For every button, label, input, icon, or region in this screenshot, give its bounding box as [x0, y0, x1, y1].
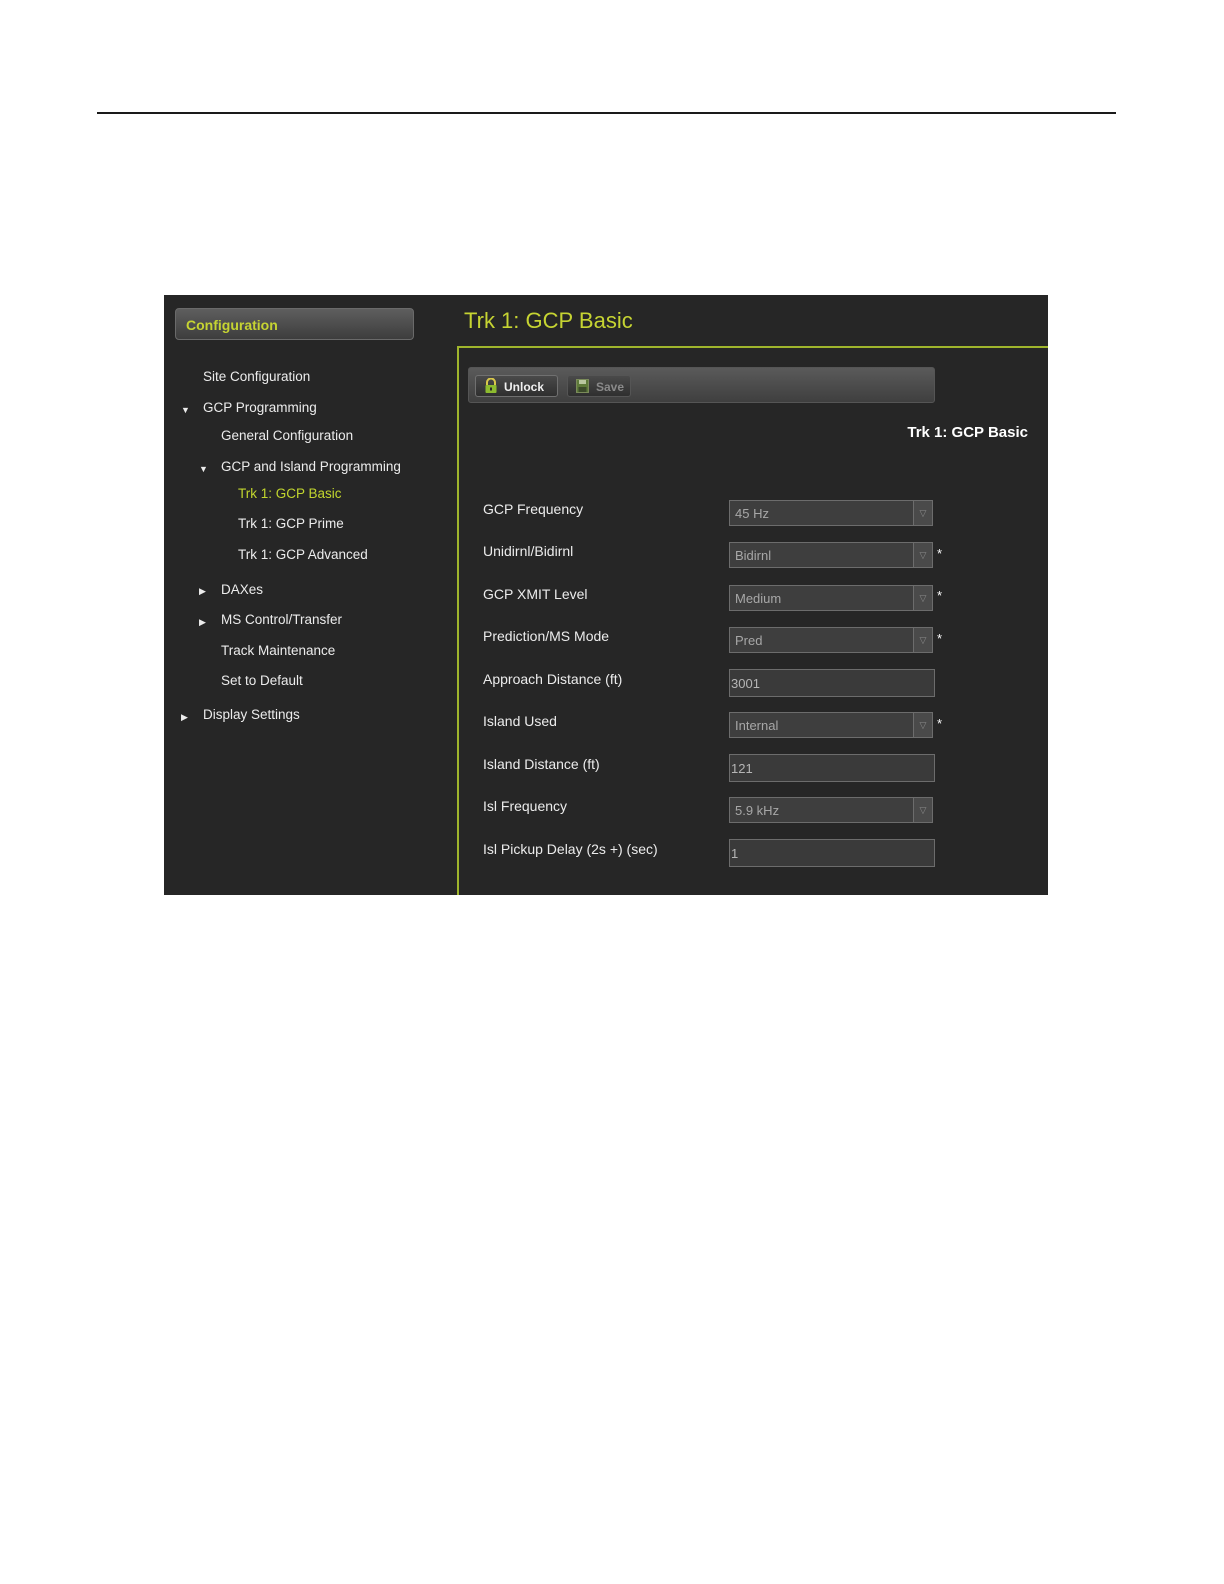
- required-marker: *: [937, 631, 943, 646]
- sidebar-item-daxes[interactable]: DAXes: [221, 582, 263, 597]
- island-distance-value: 121: [731, 761, 753, 776]
- chevron-down-icon[interactable]: ▽: [913, 543, 932, 567]
- unlock-button[interactable]: Unlock: [475, 375, 558, 397]
- chevron-down-icon[interactable]: ▽: [913, 628, 932, 652]
- sidebar-header-label: Configuration: [186, 317, 278, 333]
- gcp-frequency-select[interactable]: 45 Hz ▽: [729, 500, 933, 526]
- sidebar-item-set-to-default[interactable]: Set to Default: [221, 673, 303, 688]
- isl-frequency-value: 5.9 kHz: [735, 803, 780, 818]
- collapsed-triangle-icon[interactable]: ▶: [181, 712, 188, 723]
- sidebar-item-ms-control-transfer[interactable]: MS Control/Transfer: [221, 612, 342, 627]
- gcp-frequency-value: 45 Hz: [735, 506, 769, 521]
- unidirnl-bidirnl-select[interactable]: Bidirnl ▽: [729, 542, 933, 568]
- save-button[interactable]: Save: [567, 375, 631, 397]
- collapsed-triangle-icon[interactable]: ▶: [199, 617, 206, 628]
- save-button-label: Save: [596, 380, 625, 394]
- required-marker: *: [937, 716, 943, 731]
- sidebar-item-general-configuration[interactable]: General Configuration: [221, 428, 353, 443]
- collapsed-triangle-icon[interactable]: ▶: [199, 586, 206, 597]
- island-used-select[interactable]: Internal ▽: [729, 712, 933, 738]
- sidebar-item-display-settings[interactable]: Display Settings: [203, 707, 300, 722]
- sidebar-header[interactable]: Configuration: [175, 308, 414, 340]
- gcp-xmit-level-label: GCP XMIT Level: [483, 586, 588, 602]
- required-marker: *: [937, 588, 943, 603]
- approach-distance-label: Approach Distance (ft): [483, 671, 623, 687]
- page-header-rule: [97, 112, 1116, 114]
- gcp-xmit-level-select[interactable]: Medium ▽: [729, 585, 933, 611]
- chevron-down-icon[interactable]: ▽: [913, 798, 932, 822]
- sidebar-item-track-maintenance[interactable]: Track Maintenance: [221, 643, 335, 658]
- gcp-frequency-label: GCP Frequency: [483, 501, 584, 517]
- approach-distance-value: 3001: [731, 676, 760, 691]
- isl-pickup-delay-label: Isl Pickup Delay (2s +) (sec): [483, 841, 658, 857]
- island-used-value: Internal: [735, 718, 779, 733]
- gcp-xmit-level-value: Medium: [735, 591, 782, 606]
- approach-distance-input[interactable]: 3001: [729, 669, 935, 697]
- island-distance-input[interactable]: 121: [729, 754, 935, 782]
- chevron-down-icon[interactable]: ▽: [913, 586, 932, 610]
- island-used-label: Island Used: [483, 713, 557, 729]
- unidirnl-bidirnl-value: Bidirnl: [735, 548, 772, 563]
- configuration-app-window: Configuration Site Configuration ▼ GCP P…: [164, 295, 1048, 895]
- sidebar-item-site-configuration[interactable]: Site Configuration: [203, 369, 310, 384]
- unidirnl-bidirnl-label: Unidirnl/Bidirnl: [483, 543, 574, 559]
- sidebar-item-trk1-gcp-prime[interactable]: Trk 1: GCP Prime: [238, 516, 344, 531]
- padlock-icon: [485, 378, 497, 393]
- isl-frequency-select[interactable]: 5.9 kHz ▽: [729, 797, 933, 823]
- island-distance-label: Island Distance (ft): [483, 756, 600, 772]
- sidebar-item-trk1-gcp-basic[interactable]: Trk 1: GCP Basic: [238, 486, 342, 501]
- chevron-down-icon[interactable]: ▽: [913, 713, 932, 737]
- section-title: Trk 1: GCP Basic: [907, 424, 1028, 441]
- chevron-down-icon[interactable]: ▽: [913, 501, 932, 525]
- required-marker: *: [937, 546, 943, 561]
- isl-pickup-delay-input[interactable]: 1: [729, 839, 935, 867]
- prediction-ms-mode-select[interactable]: Pred ▽: [729, 627, 933, 653]
- expanded-triangle-icon[interactable]: ▼: [181, 405, 190, 415]
- page-title: Trk 1: GCP Basic: [464, 308, 633, 333]
- prediction-ms-mode-value: Pred: [735, 633, 763, 648]
- prediction-ms-mode-label: Prediction/MS Mode: [483, 628, 610, 644]
- sidebar-item-trk1-gcp-advanced[interactable]: Trk 1: GCP Advanced: [238, 547, 368, 562]
- toolbar: Unlock Save: [468, 367, 935, 403]
- isl-frequency-label: Isl Frequency: [483, 798, 568, 814]
- sidebar: Configuration Site Configuration ▼ GCP P…: [164, 295, 458, 895]
- floppy-disk-icon: [576, 379, 589, 393]
- unlock-button-label: Unlock: [504, 380, 545, 394]
- isl-pickup-delay-value: 1: [731, 846, 739, 861]
- sidebar-item-gcp-programming[interactable]: GCP Programming: [203, 400, 317, 415]
- expanded-triangle-icon[interactable]: ▼: [199, 464, 208, 474]
- sidebar-item-gcp-and-island-programming[interactable]: GCP and Island Programming: [221, 459, 401, 474]
